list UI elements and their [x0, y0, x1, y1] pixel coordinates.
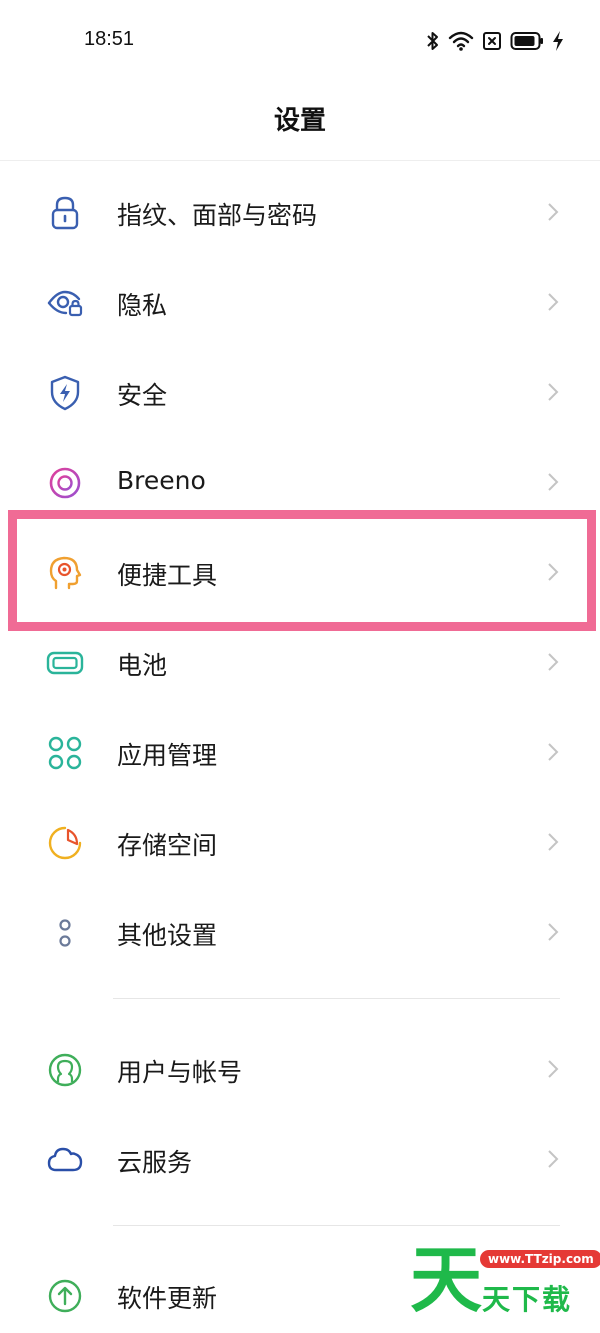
- chevron-right-icon: [542, 201, 564, 223]
- chevron-right-icon: [542, 831, 564, 853]
- settings-item-label: 应用管理: [117, 741, 218, 770]
- watermark-big-char: 天: [410, 1238, 483, 1322]
- watermark-url: www.TTzip.com: [480, 1250, 600, 1268]
- apps-grid-icon: [46, 734, 84, 772]
- cloud-icon: [46, 1141, 84, 1179]
- chevron-right-icon: [542, 291, 564, 313]
- privacy-eye-icon: [46, 284, 84, 322]
- chevron-right-icon: [542, 921, 564, 943]
- chevron-right-icon: [542, 1058, 564, 1080]
- chevron-right-icon: [542, 741, 564, 763]
- group-divider: [113, 998, 560, 999]
- settings-item-battery[interactable]: 电池: [0, 617, 600, 707]
- settings-item-safety[interactable]: 安全: [0, 347, 600, 437]
- chevron-right-icon: [542, 561, 564, 583]
- chevron-right-icon: [542, 471, 564, 493]
- settings-item-users-accounts[interactable]: 用户与帐号: [0, 1024, 600, 1114]
- shield-icon: [46, 374, 84, 412]
- head-target-icon: [46, 554, 84, 592]
- settings-item-label: 用户与帐号: [117, 1058, 243, 1087]
- settings-item-label: 安全: [117, 381, 168, 410]
- settings-item-label: 便捷工具: [117, 561, 218, 590]
- settings-item-label: 其他设置: [117, 921, 218, 950]
- settings-item-breeno[interactable]: Breeno: [0, 437, 600, 527]
- storage-pie-icon: [46, 824, 84, 862]
- update-arrow-icon: [46, 1277, 84, 1315]
- sim-off-icon: [483, 32, 501, 50]
- settings-screen: 18:51 设置 指纹、面部与密码 隐私 安全 Breeno 便捷工具 电池 应…: [0, 0, 600, 1333]
- page-title: 设置: [273, 106, 326, 136]
- settings-item-app-management[interactable]: 应用管理: [0, 707, 600, 797]
- settings-item-label: 隐私: [117, 291, 168, 320]
- battery-icon: [510, 32, 543, 50]
- settings-item-label: Breeno: [117, 466, 206, 495]
- settings-item-label: 指纹、面部与密码: [117, 201, 318, 230]
- settings-item-label: 软件更新: [117, 1284, 218, 1313]
- settings-item-other-settings[interactable]: 其他设置: [0, 887, 600, 977]
- breeno-icon: [46, 464, 84, 502]
- watermark: 天 www.TTzip.com 天下载: [410, 1238, 600, 1322]
- chevron-right-icon: [542, 1148, 564, 1170]
- settings-item-cloud-service[interactable]: 云服务: [0, 1114, 600, 1204]
- charging-icon: [553, 31, 563, 51]
- settings-item-convenience-tools[interactable]: 便捷工具: [0, 527, 600, 617]
- title-divider: [0, 160, 600, 161]
- chevron-right-icon: [542, 381, 564, 403]
- settings-item-label: 云服务: [117, 1148, 193, 1177]
- chevron-right-icon: [542, 651, 564, 673]
- more-dots-icon: [46, 914, 84, 952]
- status-bar: 18:51: [0, 0, 600, 82]
- settings-item-privacy[interactable]: 隐私: [0, 257, 600, 347]
- status-time: 18:51: [84, 28, 135, 50]
- wifi-icon: [448, 31, 474, 51]
- status-icons: [426, 28, 564, 54]
- settings-item-label: 存储空间: [117, 831, 218, 860]
- watermark-sub: 天下载: [482, 1283, 573, 1316]
- bluetooth-icon: [427, 32, 438, 50]
- user-account-icon: [46, 1051, 84, 1089]
- settings-item-security-passwords[interactable]: 指纹、面部与密码: [0, 167, 600, 257]
- settings-item-label: 电池: [117, 651, 168, 680]
- group-divider: [113, 1225, 560, 1226]
- lock-icon: [46, 194, 84, 232]
- battery-setting-icon: [46, 644, 84, 682]
- settings-item-storage[interactable]: 存储空间: [0, 797, 600, 887]
